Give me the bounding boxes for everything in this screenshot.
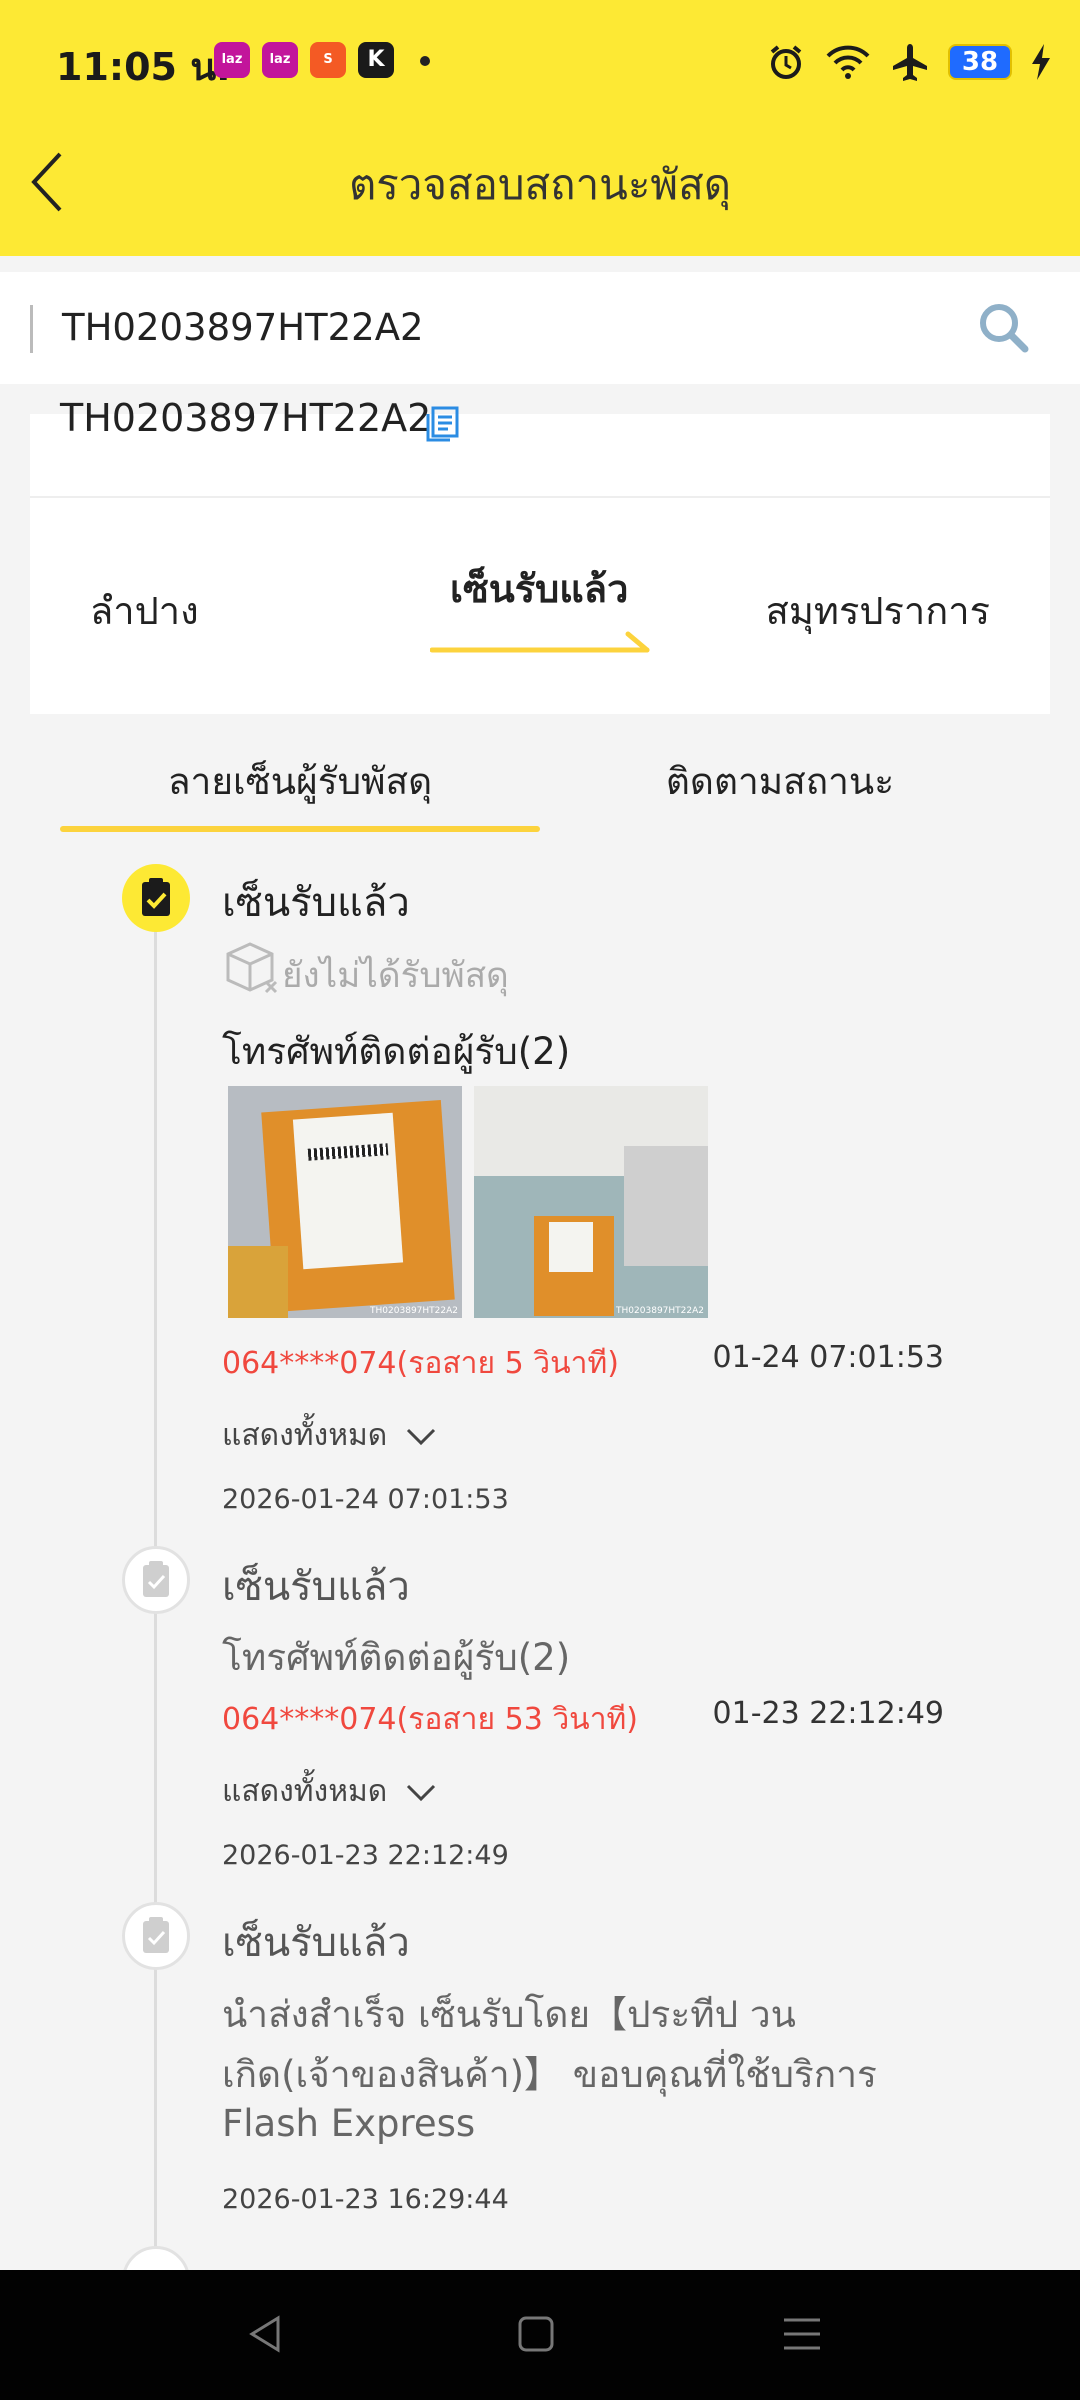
- timeline-dot: [122, 1546, 190, 1614]
- signed-clipboard-icon: [142, 878, 170, 916]
- tab-tracking[interactable]: ติดตามสถานะ: [540, 752, 1020, 811]
- event-description-line: นำส่งสำเร็จ เซ็นรับโดย【ประทีป วน: [222, 1993, 796, 2036]
- contact-attempts: โทรศัพท์ติดต่อผู้รับ(2): [222, 1030, 571, 1073]
- tracking-number: TH0203897HT22A2: [60, 396, 432, 440]
- lazada-app-icon: laz: [262, 42, 298, 78]
- shopee-app-icon: S: [310, 42, 346, 78]
- lazada-app-icon: laz: [214, 42, 250, 78]
- event-title: เซ็นรับแล้ว: [222, 1564, 410, 1610]
- search-divider: [30, 305, 33, 353]
- charging-icon: [1032, 44, 1050, 80]
- battery-icon: 38: [948, 44, 1012, 80]
- nav-menu-icon[interactable]: [782, 2316, 822, 2352]
- airplane-icon: [893, 44, 927, 81]
- event-timestamp: 2026-01-23 16:29:44: [222, 2184, 509, 2215]
- tab-signature[interactable]: ลายเซ็นผู้รับพัสดุ: [60, 752, 540, 811]
- event-description-line: Flash Express: [222, 2102, 476, 2145]
- show-all-toggle[interactable]: แสดงทั้งหมด: [222, 1412, 437, 1459]
- clipboard-check-icon: [143, 1561, 169, 1597]
- status-time: 11:05 น.: [56, 45, 231, 89]
- show-all-label: แสดงทั้งหมด: [222, 1418, 388, 1453]
- status-icons: 38: [766, 38, 1052, 86]
- delivery-photo[interactable]: TH0203897HT22A2: [474, 1086, 708, 1318]
- divider: [30, 496, 1050, 498]
- show-all-toggle[interactable]: แสดงทั้งหมด: [222, 1768, 437, 1815]
- call-time: 01-24 07:01:53: [712, 1340, 944, 1375]
- search-icon[interactable]: [976, 300, 1032, 356]
- search-input[interactable]: TH0203897HT22A2: [62, 306, 424, 349]
- destination-city: สมุทรปราการ: [765, 589, 990, 633]
- nav-home-icon[interactable]: [516, 2314, 556, 2354]
- copy-icon[interactable]: [424, 404, 464, 444]
- wifi-icon: [826, 45, 870, 79]
- delivery-photo[interactable]: TH0203897HT22A2: [228, 1086, 462, 1318]
- call-record[interactable]: 064****074(รอสาย 53 วินาที): [222, 1696, 638, 1743]
- timeline-dot-active: [122, 864, 190, 932]
- notification-dot-icon: [420, 56, 430, 66]
- delivery-status: เซ็นรับแล้ว: [450, 567, 629, 611]
- nav-back-icon[interactable]: [246, 2314, 286, 2354]
- timeline-dot: [122, 1902, 190, 1970]
- clipboard-check-icon: [143, 1917, 169, 1953]
- event-title: เซ็นรับแล้ว: [222, 880, 410, 926]
- chevron-down-icon: [407, 1428, 436, 1445]
- call-record[interactable]: 064****074(รอสาย 5 วินาที): [222, 1340, 619, 1387]
- call-time: 01-23 22:12:49: [712, 1696, 944, 1731]
- event-timestamp: 2026-01-23 22:12:49: [222, 1840, 509, 1871]
- package-not-received-icon: [226, 942, 278, 994]
- contact-attempts: โทรศัพท์ติดต่อผู้รับ(2): [222, 1636, 571, 1679]
- origin-city: ลำปาง: [90, 589, 199, 633]
- page-title: ตรวจสอบสถานะพัสดุ: [348, 160, 732, 209]
- photo-label: TH0203897HT22A2: [616, 1306, 704, 1316]
- alarm-icon: [770, 45, 802, 79]
- event-title: เซ็นรับแล้ว: [222, 1920, 410, 1966]
- chevron-down-icon: [407, 1784, 436, 1801]
- event-timestamp: 2026-01-24 07:01:53: [222, 1484, 509, 1515]
- kplus-app-icon: K: [358, 42, 394, 78]
- not-received-label: ยังไม่ได้รับพัสดุ: [282, 956, 509, 996]
- photo-label: TH0203897HT22A2: [370, 1306, 458, 1316]
- event-description-line: เกิด(เจ้าของสินค้า)】 ขอบคุณที่ใช้บริการ: [222, 2053, 877, 2096]
- route-arrow-icon: [430, 631, 650, 653]
- active-tab-indicator: [60, 826, 540, 832]
- show-all-label: แสดงทั้งหมด: [222, 1774, 388, 1809]
